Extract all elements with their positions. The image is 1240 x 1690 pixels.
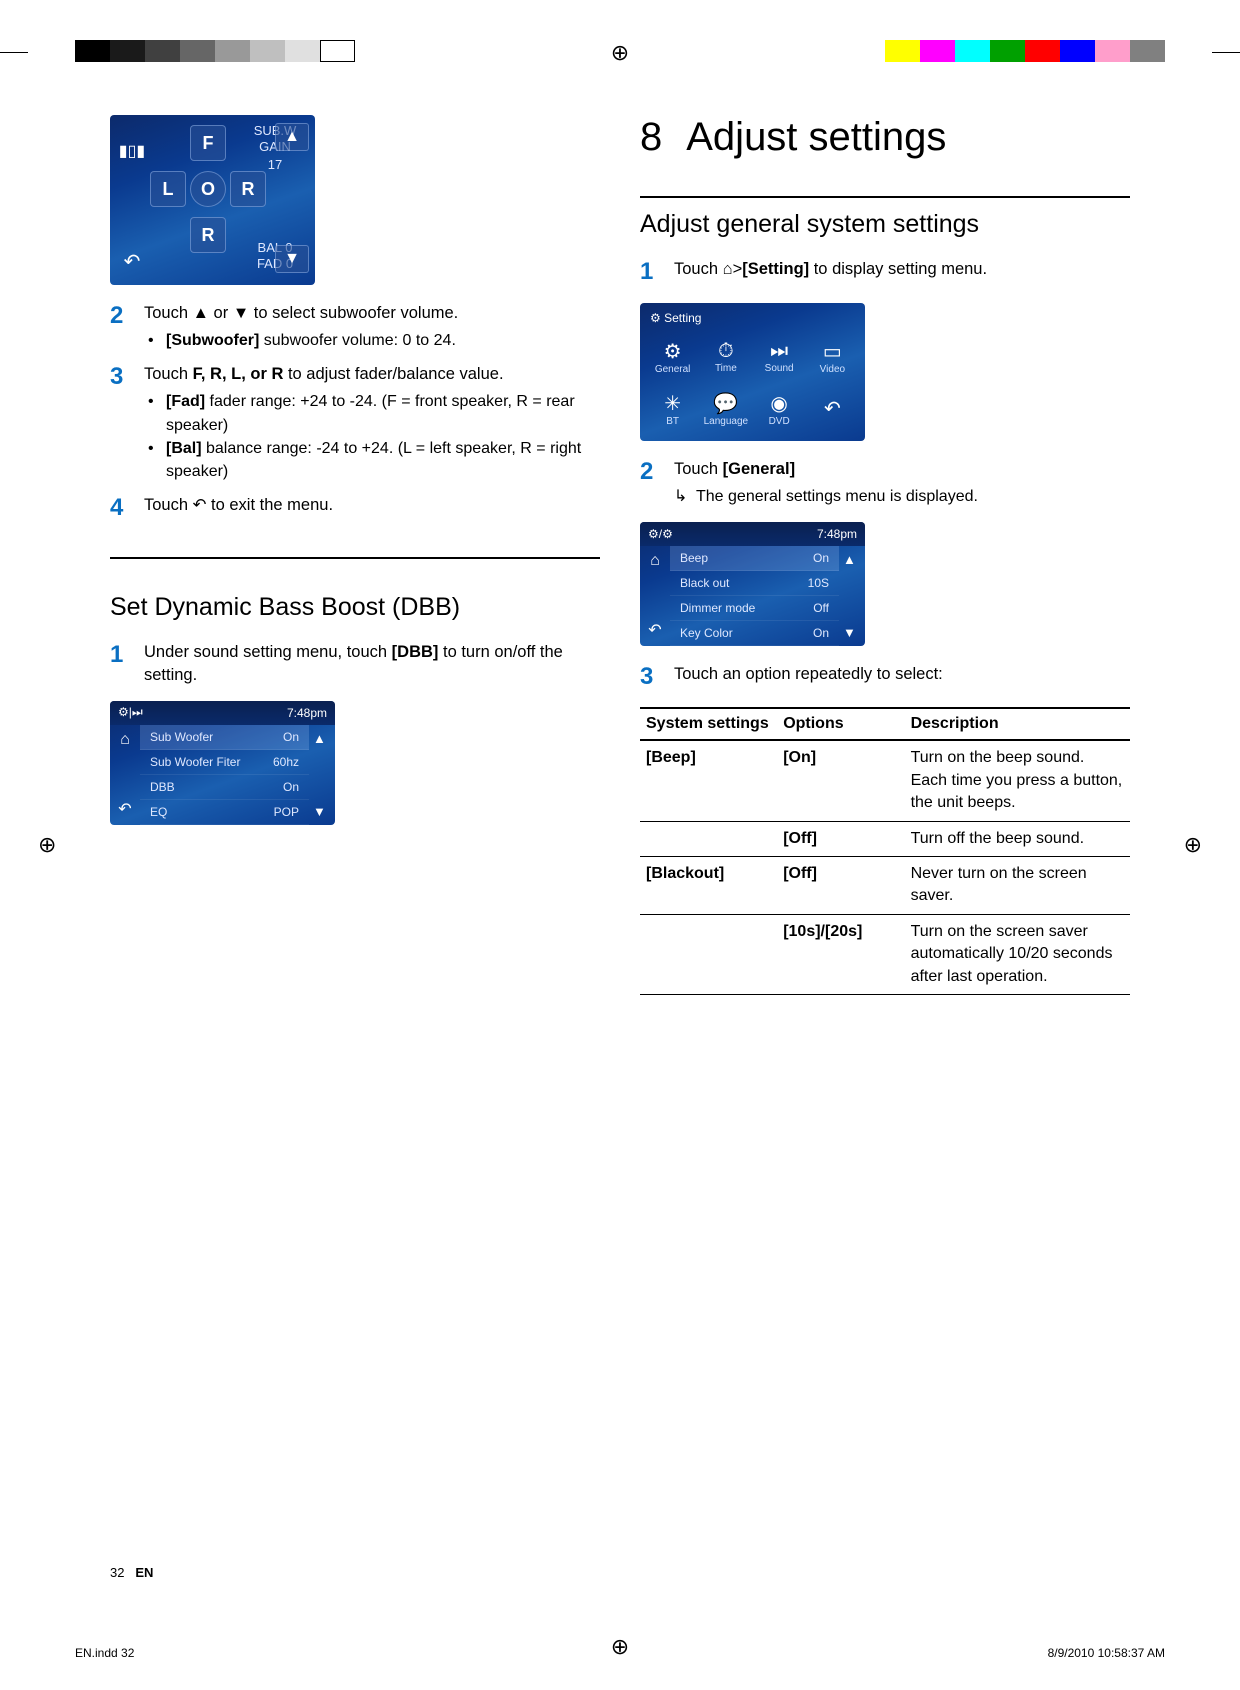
general-rows: BeepOnBlack out10SDimmer modeOffKey Colo… [670, 546, 839, 646]
header-icons: ⚙/⚙ [648, 527, 673, 541]
table-row: [10s]/[20s]Turn on the screen saver auto… [640, 914, 1130, 994]
up-arrow-icon[interactable]: ▲ [313, 731, 331, 746]
screenshot-fader: ▮▯▮ ↶ F L O R R SUB.W GAIN 17 ▲ BAL 0 FA… [110, 115, 315, 285]
list-item[interactable]: DBBOn [140, 775, 309, 800]
setting-tile[interactable]: ⚙General [648, 333, 697, 381]
step-number: 2 [640, 455, 658, 508]
down-arrow-icon[interactable]: ▼ [313, 804, 331, 819]
down-arrow-icon[interactable]: ▼ [843, 625, 861, 640]
fader-center-button[interactable]: O [190, 171, 226, 207]
step-number: 3 [640, 660, 658, 694]
gain-value: 17 [245, 157, 305, 172]
setting-tile[interactable]: ◉DVD [755, 385, 804, 433]
screenshot-sound-menu: ⚙|⏭ 7:48pm ⌂ ↶ Sub WooferOnSub Woofer Fi… [110, 701, 335, 825]
setting-tile[interactable]: ⏭Sound [755, 333, 804, 381]
gen-step-1: Touch ⌂>[Setting] to display setting men… [674, 255, 1130, 289]
print-slug: EN.indd 32 8/9/2010 10:58:37 AM [75, 1646, 1165, 1660]
step-number: 4 [110, 491, 128, 525]
home-icon[interactable]: ⌂ [650, 552, 660, 570]
registration-mark-icon: ⊕ [38, 832, 56, 858]
back-icon: ↶ [193, 496, 207, 514]
setting-tile[interactable]: 💬Language [701, 385, 750, 433]
crop-mark [0, 52, 28, 53]
home-icon: ⌂ [723, 260, 733, 278]
screenshot-setting-grid: ⚙ Setting ⚙General⏱Time⏭Sound▭Video ✳BT💬L… [640, 303, 865, 441]
sound-bars-icon: ▮▯▮ [118, 137, 146, 165]
screenshot-general-menu: ⚙/⚙ 7:48pm ⌂ ↶ BeepOnBlack out10SDimmer … [640, 522, 865, 646]
chapter-heading: 8 Adjust settings [640, 115, 1130, 160]
crop-mark [1212, 52, 1240, 53]
fader-l-button[interactable]: L [150, 171, 186, 207]
list-item[interactable]: Black out10S [670, 571, 839, 596]
table-row: [Off]Turn off the beep sound. [640, 821, 1130, 856]
section-heading: Adjust general system settings [640, 196, 1130, 239]
step-2-text: Touch ▲ or ▼ to select subwoofer volume.… [144, 299, 600, 352]
setting-tile[interactable]: ⏱Time [701, 333, 750, 381]
registration-mark-icon: ⊕ [611, 40, 629, 66]
clock-label: 7:48pm [287, 706, 327, 720]
table-row: [Blackout][Off]Never turn on the screen … [640, 857, 1130, 915]
fader-r-button[interactable]: R [230, 171, 266, 207]
back-icon[interactable]: ↶ [648, 620, 661, 640]
setting-tile[interactable]: ▭Video [808, 333, 857, 381]
step-number: 2 [110, 299, 128, 352]
color-bars-right [885, 40, 1165, 62]
list-item[interactable]: Key ColorOn [670, 621, 839, 646]
header-icons: ⚙|⏭ [118, 705, 143, 720]
back-icon: ↶ [118, 247, 146, 275]
gen-step-3: Touch an option repeatedly to select: [674, 660, 1130, 694]
step-4-text: Touch ↶ to exit the menu. [144, 491, 600, 525]
fader-rear-button[interactable]: R [190, 217, 226, 253]
step-3-text: Touch F, R, L, or R to adjust fader/bala… [144, 360, 600, 483]
setting-tiles: ⚙General⏱Time⏭Sound▭Video ✳BT💬Language◉DV… [644, 329, 861, 437]
list-item[interactable]: EQPOP [140, 800, 309, 825]
gear-icon: ⚙ Setting [650, 311, 701, 325]
options-table: System settings Options Description [Bee… [640, 707, 1130, 995]
up-arrow-icon[interactable]: ▲ [843, 552, 861, 567]
page-footer: 32 EN [110, 1565, 153, 1580]
back-icon[interactable]: ↶ [118, 799, 131, 819]
fader-f-button[interactable]: F [190, 125, 226, 161]
table-row: [Beep][On]Turn on the beep sound. Each t… [640, 740, 1130, 821]
dbb-step-1: Under sound setting menu, touch [DBB] to… [144, 638, 600, 687]
list-item[interactable]: Sub Woofer Fiter60hz [140, 750, 309, 775]
sound-rows: Sub WooferOnSub Woofer Fiter60hzDBBOnEQP… [140, 725, 309, 825]
dbb-heading: Set Dynamic Bass Boost (DBB) [110, 593, 600, 622]
clock-label: 7:48pm [817, 527, 857, 541]
step-number: 1 [640, 255, 658, 289]
color-bars-left [75, 40, 355, 62]
registration-mark-icon: ⊕ [1184, 832, 1202, 858]
list-item[interactable]: Dimmer modeOff [670, 596, 839, 621]
step-number: 1 [110, 638, 128, 687]
home-icon[interactable]: ⌂ [120, 731, 130, 749]
down-arrow-icon[interactable]: ▼ [275, 245, 309, 273]
step-number: 3 [110, 360, 128, 483]
options-tbody: [Beep][On]Turn on the beep sound. Each t… [640, 740, 1130, 994]
list-item[interactable]: BeepOn [670, 546, 839, 571]
gen-step-2: Touch [General] The general settings men… [674, 455, 1130, 508]
up-arrow-icon[interactable]: ▲ [275, 123, 309, 151]
setting-tile[interactable]: ✳BT [648, 385, 697, 433]
setting-tile[interactable]: ↶ [808, 385, 857, 433]
list-item[interactable]: Sub WooferOn [140, 725, 309, 750]
